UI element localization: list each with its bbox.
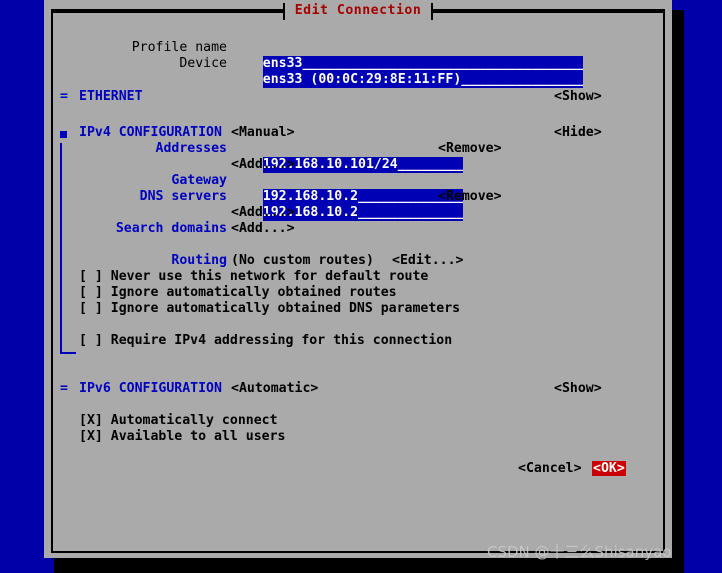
profile-name-label: Profile name: [131, 40, 227, 55]
device-input[interactable]: ens33 (00:0C:29:8E:11:FF)_______________…: [231, 56, 583, 104]
checkbox-ignore-routes-label: Ignore automatically obtained routes: [110, 285, 397, 300]
checkbox-automatically-connect[interactable]: [X] Automatically connect: [79, 413, 278, 429]
dns-servers-remove-button[interactable]: <Remove>: [438, 189, 502, 205]
ethernet-show-toggle[interactable]: <Show>: [554, 89, 602, 105]
checkbox-available-all-users-box: [X]: [79, 429, 103, 444]
ipv6-mode-select[interactable]: <Automatic>: [231, 381, 318, 397]
checkbox-require-ipv4-label: Require IPv4 addressing for this connect…: [110, 333, 453, 348]
addresses-remove-button[interactable]: <Remove>: [438, 141, 502, 157]
checkbox-never-default-route-box: [ ]: [79, 269, 103, 284]
device-fill: ___________________: [461, 72, 583, 87]
checkbox-available-all-users-label: Available to all users: [110, 429, 286, 444]
addresses-fill: _________: [397, 157, 463, 172]
csdn-watermark: CSDN @十三么Shisanyao: [487, 543, 672, 561]
checkbox-ignore-dns[interactable]: [ ] Ignore automatically obtained DNS pa…: [79, 301, 460, 317]
checkbox-never-default-route[interactable]: [ ] Never use this network for default r…: [79, 269, 428, 285]
ipv6-show-toggle[interactable]: <Show>: [554, 381, 602, 397]
routing-label: Routing: [171, 253, 227, 268]
dialog-content: Profile name ens33______________________…: [51, 11, 661, 551]
search-domains-add-button[interactable]: <Add...>: [231, 221, 295, 237]
ipv4-mode-select[interactable]: <Manual>: [231, 125, 295, 141]
checkbox-never-default-route-label: Never use this network for default route: [110, 269, 429, 284]
checkbox-automatically-connect-box: [X]: [79, 413, 103, 428]
checkbox-ignore-routes[interactable]: [ ] Ignore automatically obtained routes: [79, 285, 397, 301]
ok-button-label: <OK>: [592, 461, 626, 476]
ok-button[interactable]: <OK>: [592, 461, 626, 477]
ethernet-section-marker: =: [60, 89, 68, 104]
dns-servers-add-button[interactable]: <Add...>: [231, 205, 295, 221]
dns-servers-fill: ______________: [358, 205, 463, 220]
routing-value: (No custom routes): [231, 253, 374, 268]
addresses-add-button[interactable]: <Add...>: [231, 157, 295, 173]
checkbox-require-ipv4[interactable]: [ ] Require IPv4 addressing for this con…: [79, 333, 452, 349]
checkbox-ignore-dns-label: Ignore automatically obtained DNS parame…: [110, 301, 461, 316]
cancel-button[interactable]: <Cancel>: [518, 461, 582, 477]
checkbox-require-ipv4-box: [ ]: [79, 333, 103, 348]
addresses-label: Addresses: [155, 141, 227, 156]
gateway-label: Gateway: [171, 173, 227, 188]
ipv6-section-label: IPv6 CONFIGURATION: [79, 381, 222, 396]
checkbox-ignore-dns-box: [ ]: [79, 301, 103, 316]
ipv4-marker-square-icon: [60, 130, 67, 138]
dns-servers-label: DNS servers: [139, 189, 227, 204]
ipv6-section-marker: =: [60, 381, 68, 396]
checkbox-available-all-users[interactable]: [X] Available to all users: [79, 429, 285, 445]
checkbox-ignore-routes-box: [ ]: [79, 285, 103, 300]
device-label: Device: [179, 56, 227, 71]
ipv4-section-label: IPv4 CONFIGURATION: [79, 125, 222, 140]
cancel-button-label: <Cancel>: [518, 461, 582, 476]
checkbox-automatically-connect-label: Automatically connect: [110, 413, 278, 428]
routing-edit-button[interactable]: <Edit...>: [392, 253, 463, 269]
ethernet-section-label: ETHERNET: [79, 89, 143, 104]
device-value: ens33 (00:0C:29:8E:11:FF): [262, 72, 462, 87]
ipv4-hide-toggle[interactable]: <Hide>: [554, 125, 602, 141]
search-domains-label: Search domains: [115, 221, 227, 236]
